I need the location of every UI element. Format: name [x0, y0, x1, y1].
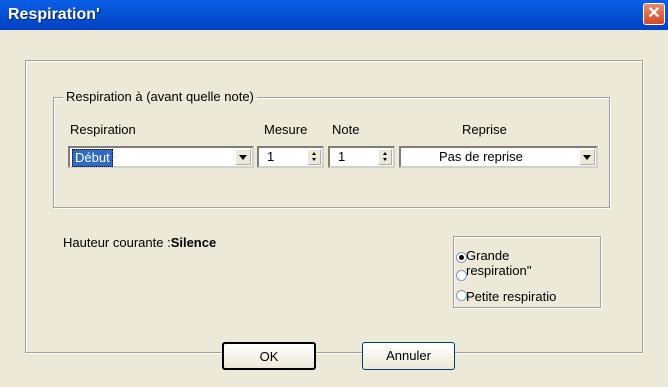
- respiration-dropdown[interactable]: Début: [68, 146, 254, 168]
- respiration-column-label: Respiration: [70, 122, 136, 137]
- note-spinner[interactable]: 1: [328, 146, 395, 168]
- respiration-selected-value: Début: [72, 149, 113, 167]
- mesure-value: 1: [267, 149, 275, 164]
- note-value: 1: [338, 149, 346, 164]
- grande-respiration-label-2[interactable]: respiration'': [466, 263, 532, 278]
- group-legend: Respiration à (avant quelle note): [63, 89, 257, 104]
- note-column-label: Note: [332, 122, 360, 137]
- mesure-column-label: Mesure: [264, 122, 308, 137]
- grande-respiration-label-1[interactable]: Grande: [466, 248, 509, 263]
- petite-respiration-label[interactable]: Petite respiratio: [466, 289, 556, 304]
- window-title: Respiration': [8, 6, 100, 23]
- close-icon: ✕: [647, 5, 661, 22]
- spinner-updown-icon[interactable]: [378, 149, 392, 165]
- reprise-dropdown[interactable]: Pas de reprise: [399, 146, 598, 168]
- hauteur-label: Hauteur courante :Silence: [63, 235, 217, 250]
- title-bar[interactable]: Respiration' ✕: [0, 0, 668, 30]
- hauteur-value: Silence: [170, 235, 217, 250]
- ok-button[interactable]: OK: [222, 342, 316, 370]
- dialog-body: [0, 30, 668, 387]
- annuler-button[interactable]: Annuler: [362, 342, 455, 370]
- mesure-spinner[interactable]: 1: [257, 146, 324, 168]
- reprise-column-label: Reprise: [462, 122, 507, 137]
- close-button[interactable]: ✕: [643, 3, 665, 25]
- reprise-selected-value: Pas de reprise: [439, 149, 523, 164]
- chevron-down-icon[interactable]: [235, 149, 251, 165]
- spinner-updown-icon[interactable]: [307, 149, 321, 165]
- chevron-down-icon[interactable]: [579, 149, 595, 165]
